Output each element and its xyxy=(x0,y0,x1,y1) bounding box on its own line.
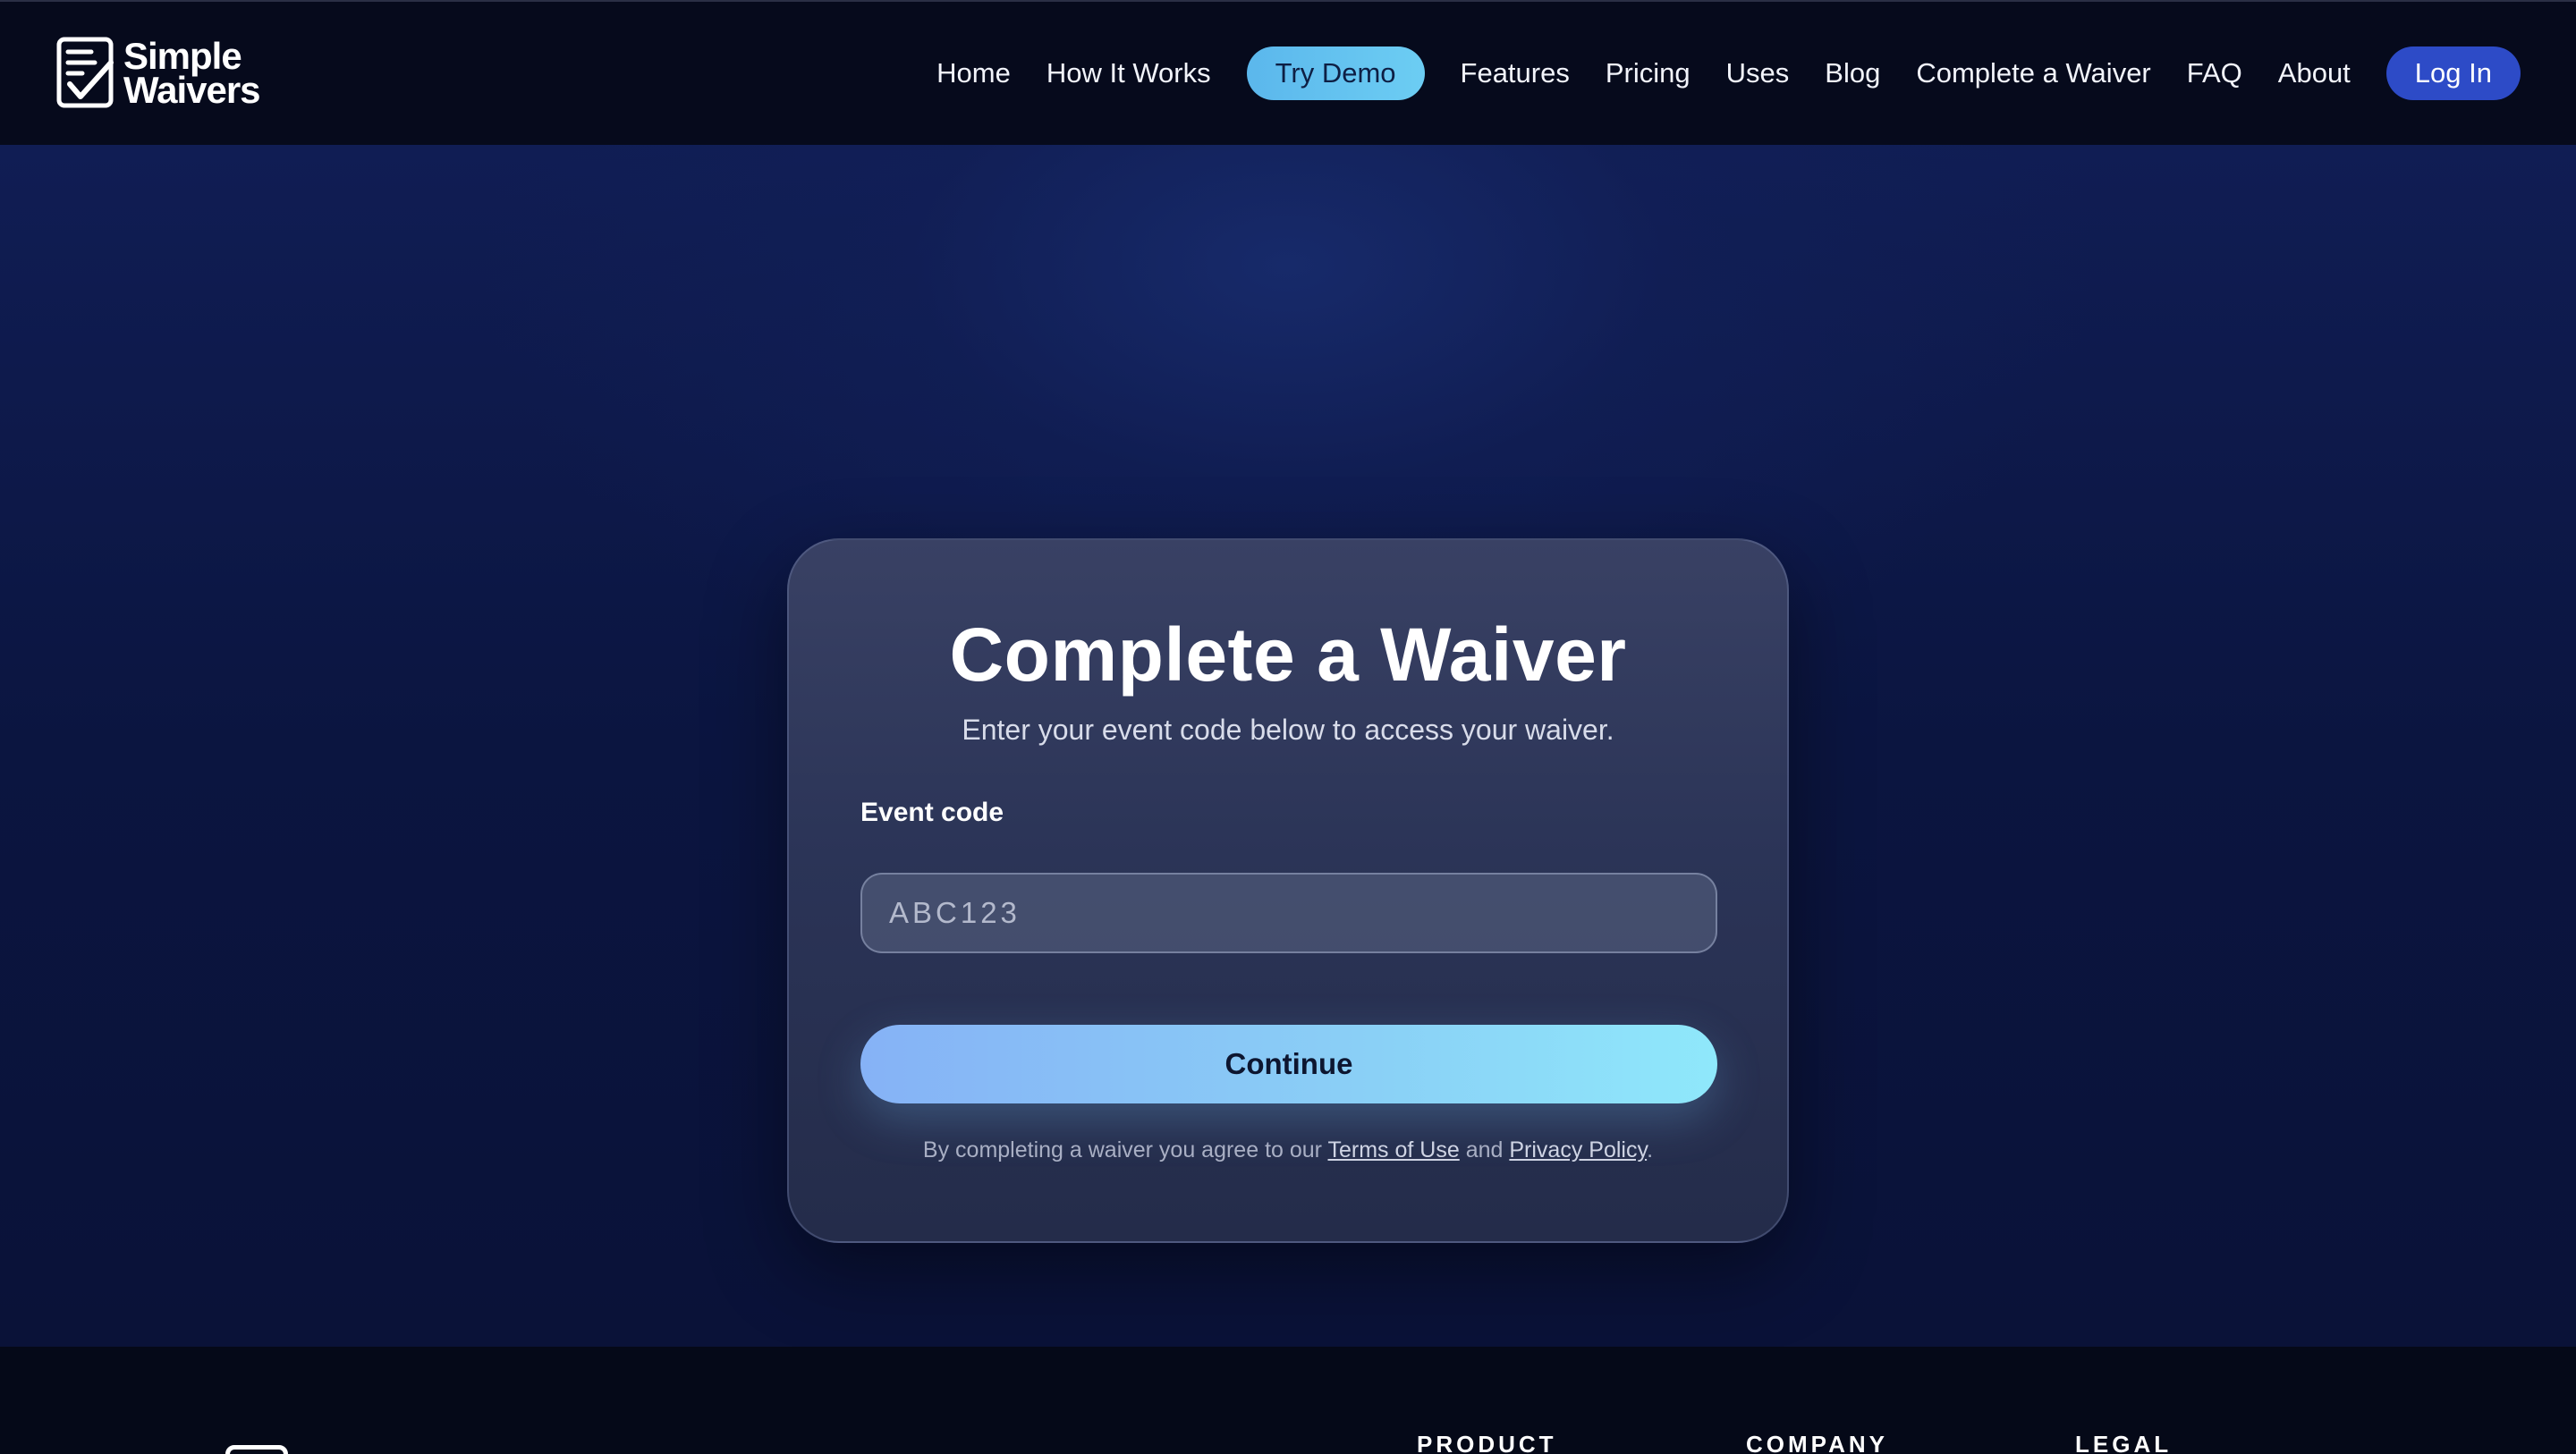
nav-about[interactable]: About xyxy=(2260,57,2368,89)
brand-logo[interactable]: Simple Waivers xyxy=(55,36,261,111)
nav-home[interactable]: Home xyxy=(919,57,1029,89)
footer-logo-icon[interactable] xyxy=(225,1445,288,1454)
nav-uses[interactable]: Uses xyxy=(1708,57,1808,89)
waiver-card: Complete a Waiver Enter your event code … xyxy=(787,538,1789,1243)
footer-heading-company: COMPANY xyxy=(1746,1431,1888,1454)
continue-button[interactable]: Continue xyxy=(860,1025,1717,1103)
footer-heading-legal: LEGAL xyxy=(2075,1431,2173,1454)
event-code-input[interactable] xyxy=(860,873,1717,953)
nav-complete-a-waiver[interactable]: Complete a Waiver xyxy=(1898,57,2168,89)
legal-notice: By completing a waiver you agree to our … xyxy=(789,1137,1787,1163)
site-footer: PRODUCT COMPANY LEGAL xyxy=(0,1347,2576,1454)
event-code-label: Event code xyxy=(860,798,1004,827)
nav-faq[interactable]: FAQ xyxy=(2169,57,2260,89)
card-title: Complete a Waiver xyxy=(949,613,1627,697)
nav-blog[interactable]: Blog xyxy=(1807,57,1898,89)
brand-name: Simple Waivers xyxy=(123,38,261,111)
hero-section: Complete a Waiver Enter your event code … xyxy=(0,145,2576,1347)
legal-suffix: . xyxy=(1647,1137,1654,1162)
site-header: Simple Waivers Home How It Works Try Dem… xyxy=(0,0,2576,145)
page: Simple Waivers Home How It Works Try Dem… xyxy=(0,0,2576,1454)
footer-heading-product: PRODUCT xyxy=(1417,1431,1557,1454)
document-check-icon xyxy=(56,37,114,108)
terms-of-use-link[interactable]: Terms of Use xyxy=(1328,1137,1460,1162)
privacy-policy-link[interactable]: Privacy Policy xyxy=(1509,1137,1647,1162)
card-subtitle: Enter your event code below to access yo… xyxy=(962,714,1614,746)
nav-how-it-works[interactable]: How It Works xyxy=(1029,57,1229,89)
nav-features[interactable]: Features xyxy=(1443,57,1588,89)
brand-line-2: Waivers xyxy=(123,69,261,111)
try-demo-button[interactable]: Try Demo xyxy=(1246,46,1425,100)
nav-pricing[interactable]: Pricing xyxy=(1588,57,1708,89)
main-nav: Home How It Works Try Demo Features Pric… xyxy=(919,46,2521,100)
legal-middle: and xyxy=(1459,1137,1510,1162)
log-in-button[interactable]: Log In xyxy=(2385,46,2521,100)
legal-prefix: By completing a waiver you agree to our xyxy=(922,1137,1328,1162)
